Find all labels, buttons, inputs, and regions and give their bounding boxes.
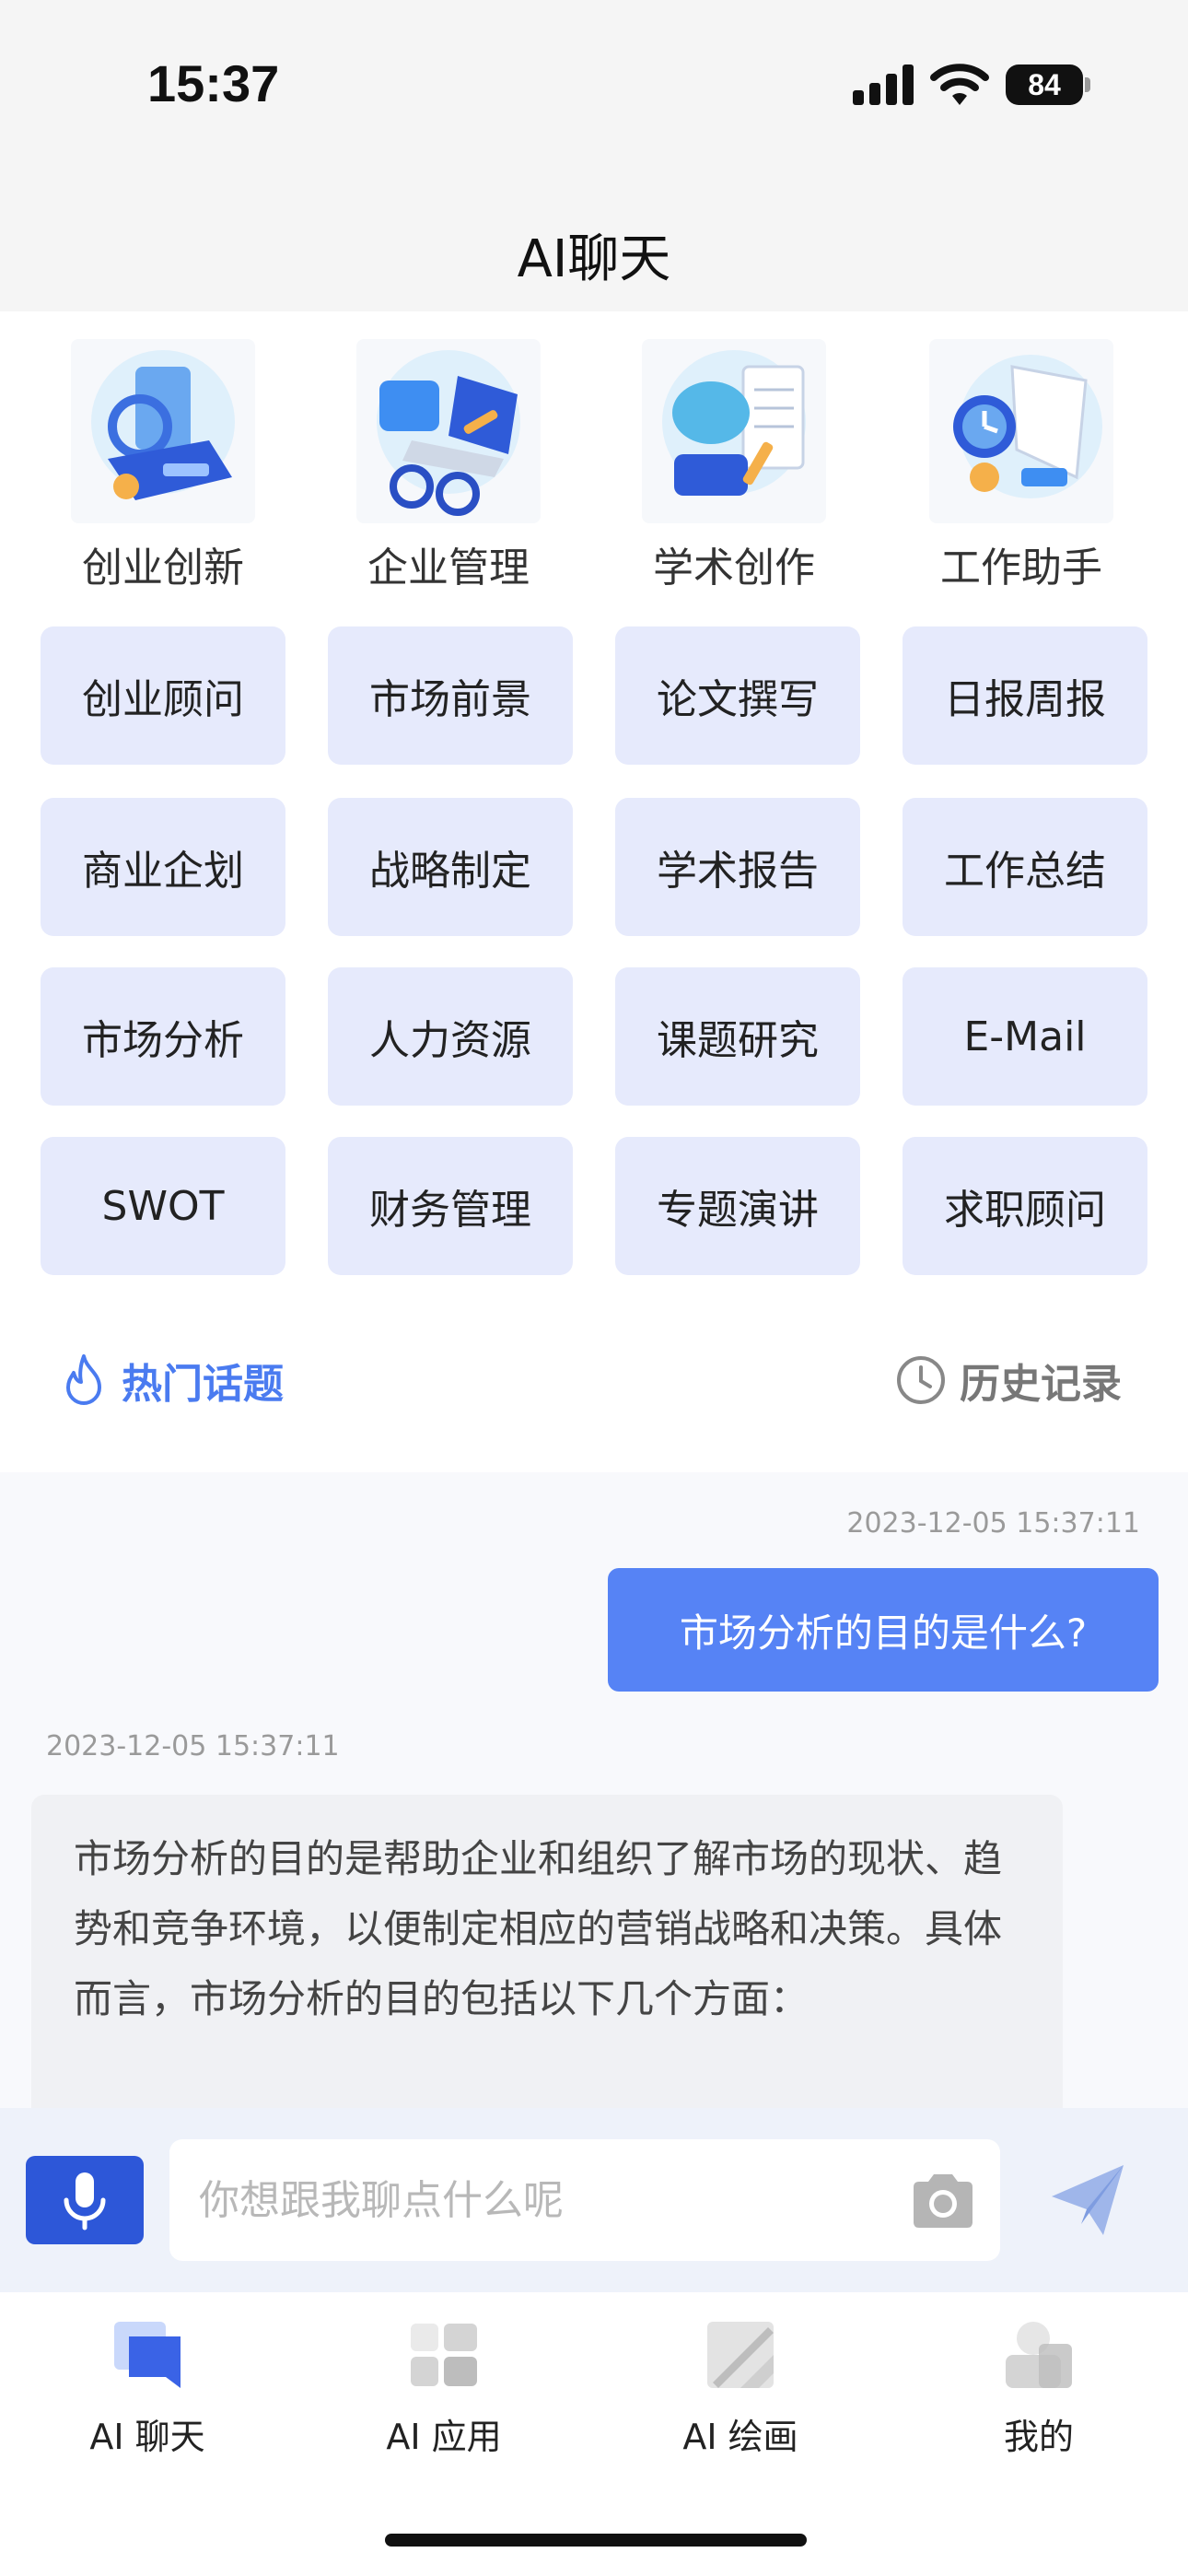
pos-terminal-icon	[71, 339, 255, 523]
tab-label: AI 聊天	[89, 2417, 205, 2457]
tile-speech[interactable]: 专题演讲	[615, 1137, 860, 1275]
user-message-timestamp: 2023-12-05 15:37:11	[846, 1507, 1140, 1540]
tile-academic-report[interactable]: 学术报告	[615, 798, 860, 936]
chat-bubble-icon	[111, 2318, 184, 2392]
tile-human-resources[interactable]: 人力资源	[328, 967, 573, 1106]
history-label: 历史记录	[960, 1361, 1122, 1408]
battery-tip	[1085, 77, 1090, 92]
tile-email[interactable]: E-Mail	[903, 967, 1147, 1106]
user-message-bubble[interactable]: 市场分析的目的是什么?	[608, 1568, 1159, 1692]
tile-daily-weekly-report[interactable]: 日报周报	[903, 626, 1147, 765]
tab-label: 我的	[1003, 2417, 1074, 2457]
camera-icon[interactable]	[906, 2167, 980, 2233]
voice-input-button[interactable]	[26, 2156, 144, 2244]
tile-startup-consultant[interactable]: 创业顾问	[41, 626, 285, 765]
tab-ai-chat[interactable]: AI 聊天	[46, 2318, 249, 2459]
drawing-icon	[704, 2318, 777, 2392]
wifi-icon	[930, 64, 989, 105]
tab-ai-drawing[interactable]: AI 绘画	[639, 2318, 842, 2459]
tile-swot[interactable]: SWOT	[41, 1137, 285, 1275]
tab-profile[interactable]: 我的	[938, 2318, 1140, 2459]
cellular-signal-icon	[853, 64, 915, 105]
category-label: 学术创作	[653, 544, 815, 591]
category-startup[interactable]: 创业创新	[48, 339, 278, 593]
category-enterprise[interactable]: 企业管理	[333, 339, 564, 593]
tile-job-consultant[interactable]: 求职顾问	[903, 1137, 1147, 1275]
category-label: 工作助手	[940, 544, 1102, 591]
piggy-bank-notebook-icon	[642, 339, 826, 523]
tile-strategy[interactable]: 战略制定	[328, 798, 573, 936]
chat-input[interactable]	[169, 2139, 1000, 2261]
battery-indicator: 84	[1006, 64, 1083, 105]
send-icon[interactable]	[1046, 2158, 1129, 2241]
tile-work-summary[interactable]: 工作总结	[903, 798, 1147, 936]
status-time: 15:37	[147, 54, 280, 112]
tab-label: AI 应用	[386, 2417, 502, 2457]
home-indicator[interactable]	[385, 2534, 807, 2547]
tile-paper-writing[interactable]: 论文撰写	[615, 626, 860, 765]
status-bar: 15:37 84	[0, 0, 1188, 175]
feature-section: 创业创新 企业管理 学术创作 工作助手 创业顾问 市场前景 论文撰写 日报周报 …	[0, 311, 1188, 1472]
tile-market-outlook[interactable]: 市场前景	[328, 626, 573, 765]
laptop-glasses-icon	[356, 339, 541, 523]
tile-market-analysis[interactable]: 市场分析	[41, 967, 285, 1106]
user-icon	[1002, 2318, 1076, 2392]
tile-financial-management[interactable]: 财务管理	[328, 1137, 573, 1275]
apps-grid-icon	[407, 2318, 481, 2392]
flame-icon	[66, 1354, 101, 1405]
category-academic[interactable]: 学术创作	[619, 339, 849, 593]
history-link[interactable]: 历史记录	[895, 1343, 1122, 1417]
category-label: 创业创新	[82, 544, 244, 591]
category-work-assistant[interactable]: 工作助手	[906, 339, 1136, 593]
category-label: 企业管理	[367, 544, 530, 591]
ai-message-timestamp: 2023-12-05 15:37:11	[46, 1730, 340, 1762]
tile-business-plan[interactable]: 商业企划	[41, 798, 285, 936]
hot-topics-link[interactable]: 热门话题	[59, 1343, 284, 1417]
chat-area[interactable]: 2023-12-05 15:37:11 市场分析的目的是什么? 2023-12-…	[0, 1472, 1188, 2108]
page-title: AI聊天	[517, 229, 671, 289]
alarm-calendar-icon	[929, 339, 1113, 523]
clock-icon	[897, 1356, 945, 1404]
hot-topics-label: 热门话题	[122, 1361, 284, 1408]
tab-label: AI 绘画	[682, 2417, 798, 2457]
app-header: AI聊天	[0, 175, 1188, 313]
ai-message-bubble[interactable]: 市场分析的目的是帮助企业和组织了解市场的现状、趋势和竞争环境，以便制定相应的营销…	[31, 1795, 1063, 2108]
tab-ai-apps[interactable]: AI 应用	[343, 2318, 545, 2459]
tile-research-topic[interactable]: 课题研究	[615, 967, 860, 1106]
microphone-icon	[64, 2172, 106, 2231]
input-bar	[0, 2108, 1188, 2292]
